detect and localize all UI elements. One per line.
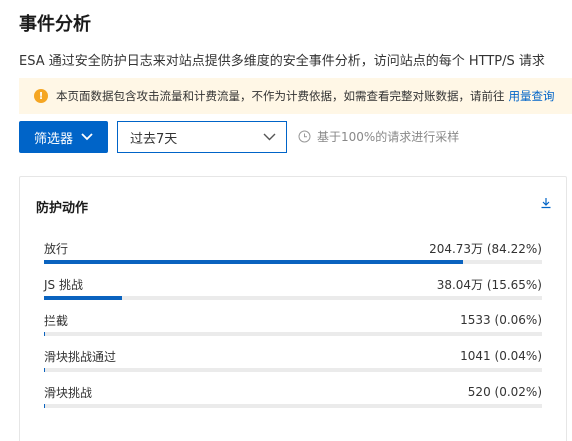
- time-range-select[interactable]: 过去7天: [117, 121, 287, 153]
- action-label: 拦截: [44, 313, 69, 328]
- protection-action-card: 防护动作 放行 204.73万 (84.22%) JS 挑战 38.04万 (1…: [19, 176, 567, 441]
- progress-track: [44, 368, 542, 372]
- action-row: JS 挑战 38.04万 (15.65%): [44, 273, 542, 309]
- download-icon[interactable]: [540, 197, 552, 209]
- action-label: JS 挑战: [44, 277, 83, 292]
- action-label: 滑块挑战: [44, 385, 93, 400]
- billing-notice: ! 本页面数据包含攻击流量和计费流量，不作为计费依据，如需查看完整对账数据，请前…: [19, 78, 572, 114]
- progress-fill: [44, 260, 464, 264]
- action-row: 滑块挑战通过 1041 (0.04%): [44, 345, 542, 381]
- chevron-down-icon: [263, 133, 276, 141]
- action-row: 放行 204.73万 (84.22%): [44, 237, 542, 273]
- clock-icon: [298, 130, 311, 143]
- time-range-value: 过去7天: [130, 131, 178, 147]
- progress-track: [44, 260, 542, 264]
- sampling-info: 基于100%的请求进行采样: [298, 128, 459, 145]
- progress-track: [44, 332, 542, 336]
- sampling-text: 基于100%的请求进行采样: [317, 130, 460, 144]
- action-label: 滑块挑战通过: [44, 349, 117, 364]
- action-label: 放行: [44, 241, 69, 256]
- filter-button[interactable]: 筛选器: [19, 121, 108, 153]
- page-title: 事件分析: [19, 14, 91, 35]
- progress-fill: [44, 296, 122, 300]
- warning-icon: !: [34, 89, 48, 103]
- action-value: 38.04万 (15.65%): [436, 277, 542, 292]
- usage-query-link[interactable]: 用量查询: [509, 88, 555, 104]
- chevron-down-icon: [81, 133, 93, 141]
- action-value: 1533 (0.06%): [460, 313, 542, 327]
- action-value: 204.73万 (84.22%): [429, 241, 542, 256]
- event-analysis-page: 事件分析 ESA 通过安全防护日志来对站点提供多维度的安全事件分析，访问站点的每…: [0, 0, 572, 441]
- action-value: 520 (0.02%): [467, 385, 542, 399]
- page-description: ESA 通过安全防护日志来对站点提供多维度的安全事件分析，访问站点的每个 HTT…: [19, 54, 545, 69]
- filter-button-label: 筛选器: [33, 131, 73, 147]
- action-row: 滑块挑战 520 (0.02%): [44, 381, 542, 417]
- action-value: 1041 (0.04%): [460, 349, 542, 363]
- progress-track: [44, 404, 542, 408]
- action-row: 拦截 1533 (0.06%): [44, 309, 542, 345]
- action-list: 放行 204.73万 (84.22%) JS 挑战 38.04万 (15.65%…: [44, 237, 542, 417]
- progress-track: [44, 296, 542, 300]
- notice-text: 本页面数据包含攻击流量和计费流量，不作为计费依据，如需查看完整对账数据，请前往: [56, 89, 505, 103]
- card-title: 防护动作: [36, 201, 89, 216]
